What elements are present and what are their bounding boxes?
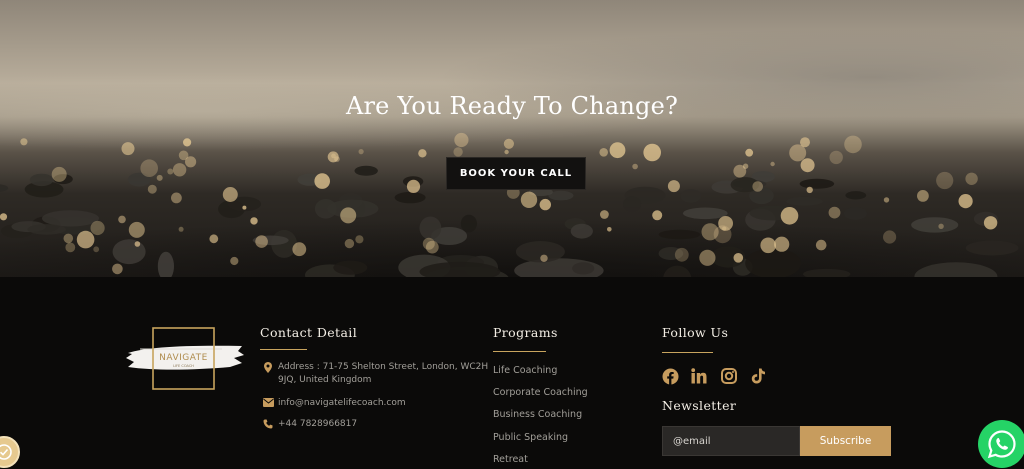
- whatsapp-icon: [987, 430, 1016, 459]
- follow-title: Follow Us: [662, 325, 729, 340]
- phone-link[interactable]: +44 7828966817: [278, 418, 357, 431]
- hero-title: Are You Ready To Change?: [345, 92, 679, 120]
- tiktok-icon[interactable]: [749, 367, 767, 385]
- navigate-logo[interactable]: NAVIGATE LIFE COACH: [126, 327, 244, 391]
- address-line-1: Address : 71-75 Shelton Street, London, …: [278, 362, 489, 372]
- contact-phone[interactable]: +44 7828966817: [259, 418, 357, 431]
- newsletter-email-input[interactable]: [662, 426, 800, 456]
- envelope-icon: [259, 397, 277, 407]
- newsletter-title: Newsletter: [662, 398, 737, 413]
- contact-title-underline: [260, 349, 307, 350]
- whatsapp-chat-button[interactable]: [978, 420, 1024, 468]
- follow-title-underline: [662, 352, 713, 353]
- linkedin-icon[interactable]: [690, 367, 708, 385]
- badge-check-icon: [0, 444, 12, 460]
- email-link[interactable]: info@navigatelifecoach.com: [278, 397, 406, 410]
- subscribe-button[interactable]: Subscribe: [800, 426, 891, 456]
- location-pin-icon: [259, 361, 277, 373]
- logo-subtitle: LIFE COACH: [173, 364, 194, 368]
- logo-wordmark: NAVIGATE: [159, 353, 208, 363]
- programs-title-underline: [493, 351, 546, 352]
- contact-address: Address : 71-75 Shelton Street, London, …: [259, 361, 488, 387]
- contact-email[interactable]: info@navigatelifecoach.com: [259, 397, 406, 410]
- contact-title: Contact Detail: [260, 325, 358, 340]
- program-public-speaking[interactable]: Public Speaking: [493, 432, 568, 443]
- address-line-2: 9JQ, United Kingdom: [278, 375, 372, 385]
- program-retreat[interactable]: Retreat: [493, 454, 528, 465]
- program-corporate-coaching[interactable]: Corporate Coaching: [493, 387, 588, 398]
- facebook-icon[interactable]: [661, 367, 679, 385]
- program-business-coaching[interactable]: Business Coaching: [493, 409, 582, 420]
- pebbles-bokeh: [0, 132, 1019, 277]
- phone-icon: [259, 418, 277, 429]
- book-call-button[interactable]: BOOK YOUR CALL: [446, 157, 586, 190]
- program-life-coaching[interactable]: Life Coaching: [493, 365, 557, 376]
- instagram-icon[interactable]: [720, 367, 738, 385]
- hero-banner: Are You Ready To Change? BOOK YOUR CALL: [0, 0, 1024, 277]
- programs-title: Programs: [493, 325, 558, 340]
